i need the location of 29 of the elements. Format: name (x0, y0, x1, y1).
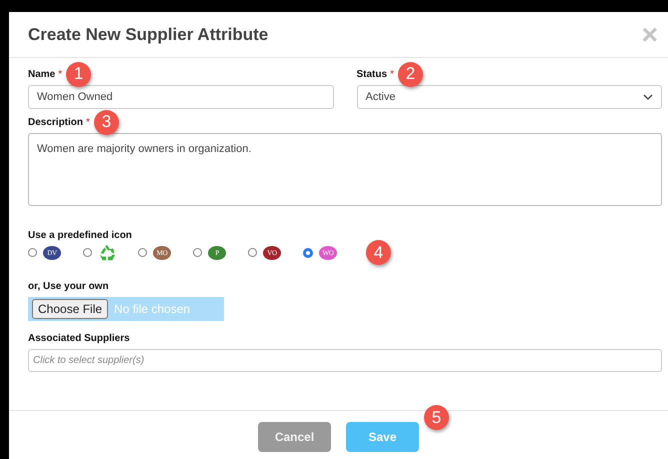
callout-badge: 5 (424, 405, 449, 430)
dialog-title: Create New Supplier Attribute (28, 24, 268, 44)
radio-button[interactable] (138, 248, 147, 257)
required-mark: * (390, 68, 394, 80)
field-label: Status (356, 68, 388, 80)
required-mark: * (58, 68, 62, 80)
chevron-down-icon (643, 94, 653, 100)
field-label: Name (28, 68, 56, 80)
field-label: Use a predefined icon (28, 230, 132, 240)
callout-badge: 2 (398, 62, 423, 86)
description-field[interactable]: Women are majority owners in organization. (28, 133, 662, 206)
name-field[interactable]: Women Owned (28, 85, 334, 109)
choose-file-button[interactable]: Choose File (32, 299, 108, 319)
radio-button[interactable] (28, 248, 37, 257)
field-label: Associated Suppliers (28, 332, 130, 344)
field-label: Description (28, 116, 84, 128)
callout-badge: 3 (94, 110, 119, 134)
radio-button[interactable] (83, 248, 92, 257)
suppliers-field[interactable]: Click to select supplier(s) (28, 349, 662, 372)
radio-button[interactable] (193, 248, 202, 257)
radio-button[interactable] (248, 248, 257, 257)
callout-badge: 1 (66, 62, 92, 86)
callout-badge: 4 (366, 240, 391, 265)
field-label: or, Use your own (28, 280, 109, 292)
status-dropdown[interactable]: Active (356, 85, 662, 109)
file-status: No file chosen (114, 302, 190, 316)
file-input[interactable]: Choose File No file chosen (28, 297, 224, 321)
radio-button[interactable] (303, 248, 313, 258)
required-mark: * (86, 116, 90, 128)
